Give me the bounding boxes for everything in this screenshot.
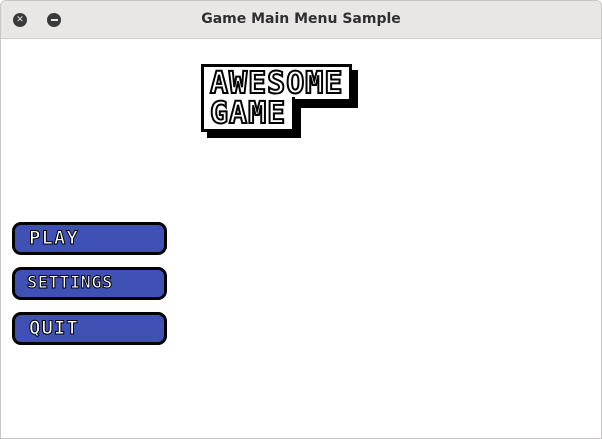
window-title: Game Main Menu Sample xyxy=(201,11,401,27)
title-bar: ✕ Game Main Menu Sample xyxy=(1,1,601,39)
settings-button-label: SETTINGS xyxy=(27,273,113,293)
settings-button[interactable]: SETTINGS xyxy=(12,267,167,300)
play-button[interactable]: PLAY xyxy=(12,222,167,255)
app-window: ✕ Game Main Menu Sample AWESOME GAME PLA… xyxy=(0,0,602,439)
logo-line-2: GAME xyxy=(201,97,296,132)
quit-button-label: QUIT xyxy=(29,317,79,339)
play-button-label: PLAY xyxy=(29,227,79,249)
quit-button[interactable]: QUIT xyxy=(12,312,167,345)
